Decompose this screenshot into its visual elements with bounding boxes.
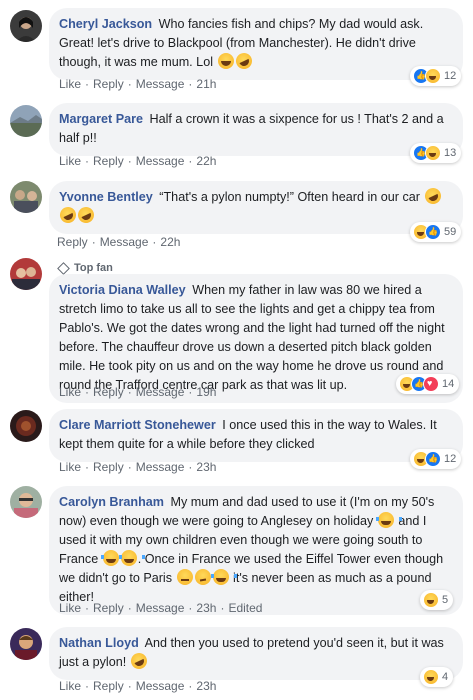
comment-author[interactable]: Cheryl Jackson xyxy=(59,17,152,31)
rofl-emoji-icon xyxy=(57,204,79,226)
message-link[interactable]: Message xyxy=(136,77,185,91)
message-link[interactable]: Message xyxy=(136,385,185,399)
timestamp[interactable]: 23h xyxy=(196,679,216,693)
like-link[interactable]: Like xyxy=(59,679,81,693)
reaction-summary[interactable]: 5 xyxy=(420,590,454,610)
avatar[interactable] xyxy=(10,105,42,137)
avatar[interactable] xyxy=(10,628,42,660)
reply-link[interactable]: Reply xyxy=(93,601,124,615)
reaction-count: 4 xyxy=(442,671,449,683)
reply-link[interactable]: Reply xyxy=(93,679,124,693)
comment-text: When my father in law was 80 we hired a … xyxy=(59,283,445,392)
timestamp[interactable]: 23h xyxy=(196,601,216,615)
tears-of-joy-emoji-icon xyxy=(375,512,402,528)
comment-actions: Like · Reply · Message · 19h xyxy=(59,385,217,399)
avatar[interactable] xyxy=(10,10,42,42)
avatar[interactable] xyxy=(10,181,42,213)
comment-actions: Like · Reply · Message · 23h xyxy=(59,460,217,474)
avatar[interactable] xyxy=(10,258,42,290)
timestamp[interactable]: 23h xyxy=(196,460,216,474)
reaction-count: 12 xyxy=(444,453,457,465)
reaction-summary[interactable]: 14 xyxy=(396,374,460,394)
top-fan-badge: Top fan xyxy=(57,261,113,275)
reaction-summary[interactable]: 59 xyxy=(410,222,462,242)
comment-actions: Reply · Message · 22h xyxy=(57,235,181,249)
rofl-emoji-icon xyxy=(421,185,444,207)
timestamp[interactable]: 22h xyxy=(196,154,216,168)
tears-of-joy-emoji-icon xyxy=(118,550,145,566)
laughing-emoji-icon xyxy=(217,53,234,69)
like-link[interactable]: Like xyxy=(59,154,81,168)
message-link[interactable]: Message xyxy=(136,154,185,168)
comment-author[interactable]: Yvonne Bentley xyxy=(59,190,153,204)
like-link[interactable]: Like xyxy=(59,601,81,615)
haha-reaction-icon xyxy=(425,68,441,84)
reaction-count: 12 xyxy=(444,70,457,82)
tears-of-joy-emoji-icon xyxy=(210,569,237,585)
like-link[interactable]: Like xyxy=(59,460,81,474)
comment-actions: Like · Reply · Message · 22h xyxy=(59,154,217,168)
like-reaction-icon xyxy=(425,451,441,467)
reaction-count: 13 xyxy=(444,147,457,159)
comment-author[interactable]: Carolyn Branham xyxy=(59,495,164,509)
rofl-emoji-icon xyxy=(232,50,255,72)
message-link[interactable]: Message xyxy=(100,235,149,249)
timestamp[interactable]: 19h xyxy=(196,385,216,399)
top-fan-diamond-icon xyxy=(57,261,70,275)
comment-actions: Like · Reply · Message · 23h xyxy=(59,679,217,693)
love-reaction-icon xyxy=(423,376,439,392)
tears-of-joy-emoji-icon xyxy=(100,550,127,566)
reply-link[interactable]: Reply xyxy=(93,460,124,474)
rofl-emoji-icon xyxy=(75,204,97,226)
reply-link[interactable]: Reply xyxy=(93,154,124,168)
haha-reaction-icon xyxy=(423,592,439,608)
reply-link[interactable]: Reply xyxy=(93,77,124,91)
reaction-summary[interactable]: 13 xyxy=(410,143,462,163)
reaction-summary[interactable]: 4 xyxy=(420,667,454,687)
like-link[interactable]: Like xyxy=(59,77,81,91)
message-link[interactable]: Message xyxy=(136,601,185,615)
comment-text: “That's a pylon numpty!” Often heard in … xyxy=(159,190,420,204)
avatar[interactable] xyxy=(10,486,42,518)
like-link[interactable]: Like xyxy=(59,385,81,399)
reply-link[interactable]: Reply xyxy=(93,385,124,399)
message-link[interactable]: Message xyxy=(136,679,185,693)
haha-reaction-icon xyxy=(423,669,439,685)
comment-author[interactable]: Clare Marriott Stonehewer xyxy=(59,418,216,432)
reaction-summary[interactable]: 12 xyxy=(410,449,462,469)
comment-author[interactable]: Nathan Lloyd xyxy=(59,636,139,650)
haha-reaction-icon xyxy=(425,145,441,161)
edited-label[interactable]: Edited xyxy=(228,601,262,615)
comment-bubble: Margaret Pare Half a crown it was a sixp… xyxy=(49,103,463,156)
comment-bubble: Yvonne Bentley “That's a pylon numpty!” … xyxy=(49,181,463,234)
top-fan-label: Top fan xyxy=(74,262,113,274)
comment-actions: Like · Reply · Message · 21h xyxy=(59,77,217,91)
comment-author[interactable]: Victoria Diana Walley xyxy=(59,283,186,297)
timestamp[interactable]: 22h xyxy=(160,235,180,249)
message-link[interactable]: Message xyxy=(136,460,185,474)
comment-author[interactable]: Margaret Pare xyxy=(59,112,143,126)
timestamp[interactable]: 21h xyxy=(196,77,216,91)
comment-bubble: Carolyn Branham My mum and dad used to u… xyxy=(49,486,463,615)
reaction-summary[interactable]: 12 xyxy=(410,66,462,86)
thinking-emoji-icon xyxy=(194,569,211,585)
reaction-count: 59 xyxy=(444,226,457,238)
like-reaction-icon xyxy=(425,224,441,240)
rofl-emoji-icon xyxy=(128,650,150,672)
eye-roll-emoji-icon xyxy=(176,569,193,585)
reaction-count: 5 xyxy=(442,594,449,606)
comment-bubble: Cheryl Jackson Who fancies fish and chip… xyxy=(49,8,463,80)
reply-link[interactable]: Reply xyxy=(57,235,88,249)
reaction-count: 14 xyxy=(442,378,455,390)
comment-actions: Like · Reply · Message · 23h · Edited xyxy=(59,601,263,615)
avatar[interactable] xyxy=(10,410,42,442)
comment-bubble: Clare Marriott Stonehewer I once used th… xyxy=(49,409,463,462)
comment-bubble: Nathan Lloyd And then you used to preten… xyxy=(49,627,463,680)
